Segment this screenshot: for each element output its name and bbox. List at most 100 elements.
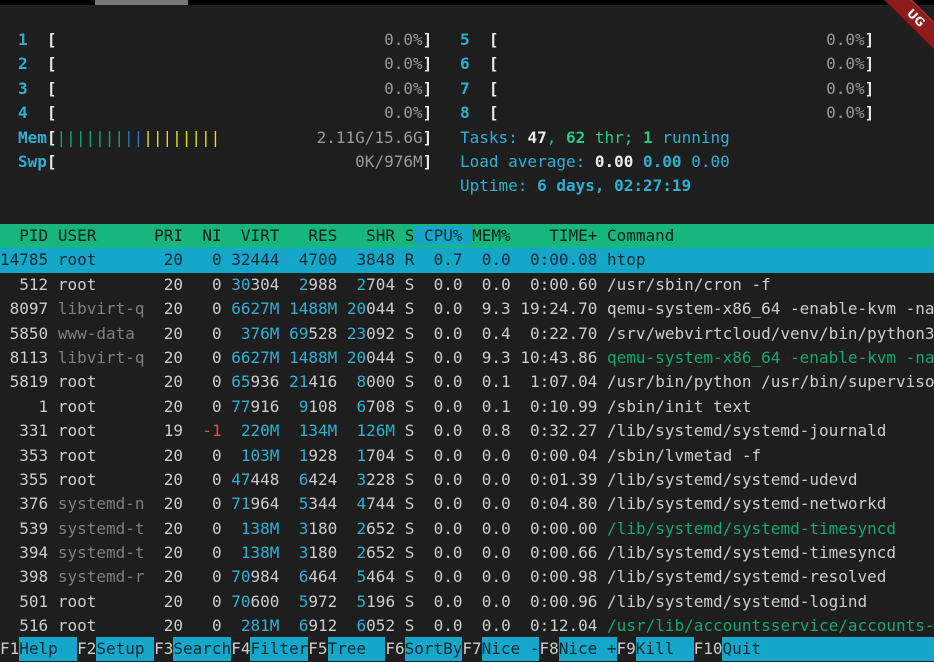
- pad: [347, 446, 357, 465]
- res-cell: 5344: [289, 494, 337, 513]
- fn-button-sortby[interactable]: F6SortBy: [385, 637, 462, 661]
- process-row-8097[interactable]: 8097 libvirt-q 20 0 6627M 1488M 20044 S …: [0, 297, 934, 321]
- space: [183, 324, 193, 343]
- fn-button-tree[interactable]: F5Tree: [308, 637, 385, 661]
- pid-cell: 331: [0, 421, 48, 440]
- virt-cell-seg: 6627M: [231, 348, 279, 367]
- space: [48, 470, 58, 489]
- ni-cell: 0: [193, 348, 222, 367]
- space: [463, 543, 473, 562]
- shr-cell-seg: 4: [357, 494, 367, 513]
- space: [48, 250, 58, 269]
- cpu-meter-value: 0.0%: [384, 30, 423, 49]
- space: [279, 616, 289, 635]
- time-cell: 0:00.60: [520, 275, 597, 294]
- space: [279, 446, 289, 465]
- process-row-376[interactable]: 376 systemd-n 20 0 71964 5344 4744 S 0.0…: [0, 492, 934, 516]
- res-cell: 4700: [289, 250, 337, 269]
- user-cell: root: [58, 446, 145, 465]
- process-row-355[interactable]: 355 root 20 0 47448 6424 3228 S 0.0 0.0 …: [0, 468, 934, 492]
- process-row-512[interactable]: 512 root 20 0 30304 2988 2704 S 0.0 0.0 …: [0, 273, 934, 297]
- command-cell: /lib/systemd/systemd-udevd: [607, 470, 857, 489]
- mem-cell: 0.0: [472, 250, 511, 269]
- process-row-516[interactable]: 516 root 20 0 281M 6912 6052 S 0.0 0.0 0…: [0, 614, 934, 638]
- fn-button-nice[interactable]: F7Nice -: [462, 637, 539, 661]
- shr-cell-seg: 23: [347, 324, 366, 343]
- column-header-pri[interactable]: PRI: [154, 226, 183, 245]
- space: [183, 543, 193, 562]
- res-cell-seg: 912: [308, 616, 337, 635]
- column-header-time[interactable]: TIME+: [520, 226, 597, 245]
- space: [48, 372, 58, 391]
- res-cell-seg: 528: [308, 324, 337, 343]
- shr-cell: 20044: [347, 348, 395, 367]
- process-row-539[interactable]: 539 systemd-t 20 0 138M 3180 2652 S 0.0 …: [0, 517, 934, 541]
- space: [48, 275, 58, 294]
- state-cell: S: [405, 470, 415, 489]
- virt-cell-seg: 964: [251, 494, 280, 513]
- fn-button-nice[interactable]: F8Nice +: [539, 637, 616, 661]
- shr-cell-seg: 044: [366, 348, 395, 367]
- space: [279, 397, 289, 416]
- space: [395, 299, 405, 318]
- process-row-394[interactable]: 394 systemd-t 20 0 138M 3180 2652 S 0.0 …: [0, 541, 934, 565]
- pad: [347, 592, 357, 611]
- fn-button-quit[interactable]: F10Quit: [694, 637, 781, 661]
- res-cell: 6912: [289, 616, 337, 635]
- process-row-1[interactable]: 1 root 20 0 77916 9108 6708 S 0.0 0.1 0:…: [0, 395, 934, 419]
- fn-button-filter[interactable]: F4Filter: [231, 637, 308, 661]
- meter-open-bracket: [: [47, 54, 57, 73]
- process-row-5819[interactable]: 5819 root 20 0 65936 21416 8000 S 0.0 0.…: [0, 370, 934, 394]
- space: [414, 324, 424, 343]
- column-header-mem[interactable]: MEM%: [472, 226, 511, 245]
- space: [395, 567, 405, 586]
- pad: [347, 397, 357, 416]
- virt-cell: 220M: [231, 421, 279, 440]
- meter-open-bracket: [: [47, 103, 57, 122]
- cpu-meter-label: 5: [460, 30, 489, 49]
- column-header-pid[interactable]: PID: [0, 226, 48, 245]
- htop-terminal: UG 1 [ 0.0%]2 [ 0.0%]3 [ 0.0%]4 [ 0.0%]M…: [0, 0, 934, 662]
- column-header-command[interactable]: Command: [607, 226, 674, 245]
- column-header-state[interactable]: S: [405, 226, 415, 245]
- column-header-cpu-sorted[interactable]: CPU%: [414, 226, 472, 245]
- res-cell-seg: 108: [308, 397, 337, 416]
- process-row-501[interactable]: 501 root 20 0 70600 5972 5196 S 0.0 0.0 …: [0, 590, 934, 614]
- space: [395, 494, 405, 513]
- shr-cell-seg: 1: [357, 446, 367, 465]
- space: [337, 567, 347, 586]
- virt-cell: 6627M: [231, 299, 279, 318]
- process-row-14785[interactable]: 14785 root 20 0 32444 4700 3848 R 0.7 0.…: [0, 248, 934, 272]
- virt-cell-seg: 448: [251, 470, 280, 489]
- space: [511, 275, 521, 294]
- space: [48, 446, 58, 465]
- command-cell: /sbin/init text: [607, 397, 752, 416]
- process-row-8113[interactable]: 8113 libvirt-q 20 0 6627M 1488M 20044 S …: [0, 346, 934, 370]
- process-row-398[interactable]: 398 systemd-r 20 0 70984 6464 5464 S 0.0…: [0, 565, 934, 589]
- process-row-353[interactable]: 353 root 20 0 103M 1928 1704 S 0.0 0.0 0…: [0, 444, 934, 468]
- space: [463, 324, 473, 343]
- res-cell-seg: 344: [308, 494, 337, 513]
- space: [48, 299, 58, 318]
- process-row-331[interactable]: 331 root 19 -1 220M 134M 126M S 0.0 0.8 …: [0, 419, 934, 443]
- ni-cell: 0: [193, 567, 222, 586]
- column-header-res[interactable]: RES: [289, 226, 337, 245]
- space: [463, 397, 473, 416]
- fn-button-kill[interactable]: F9Kill: [617, 637, 694, 661]
- fn-button-search[interactable]: F3Search: [154, 637, 231, 661]
- space: [633, 152, 643, 171]
- scrollbar-thumb[interactable]: [95, 0, 188, 5]
- fn-button-help[interactable]: F1Help: [0, 637, 77, 661]
- column-header-user[interactable]: USER: [58, 226, 145, 245]
- space: [463, 592, 473, 611]
- fn-button-setup[interactable]: F2Setup: [77, 637, 154, 661]
- shr-cell: 8000: [347, 372, 395, 391]
- cpu-cell: 0.0: [424, 519, 463, 538]
- column-header-virt[interactable]: VIRT: [231, 226, 279, 245]
- space: [337, 348, 347, 367]
- space: [395, 372, 405, 391]
- space: [183, 446, 193, 465]
- column-header-ni[interactable]: NI: [193, 226, 222, 245]
- process-row-5850[interactable]: 5850 www-data 20 0 376M 69528 23092 S 0.…: [0, 322, 934, 346]
- column-header-shr[interactable]: SHR: [347, 226, 395, 245]
